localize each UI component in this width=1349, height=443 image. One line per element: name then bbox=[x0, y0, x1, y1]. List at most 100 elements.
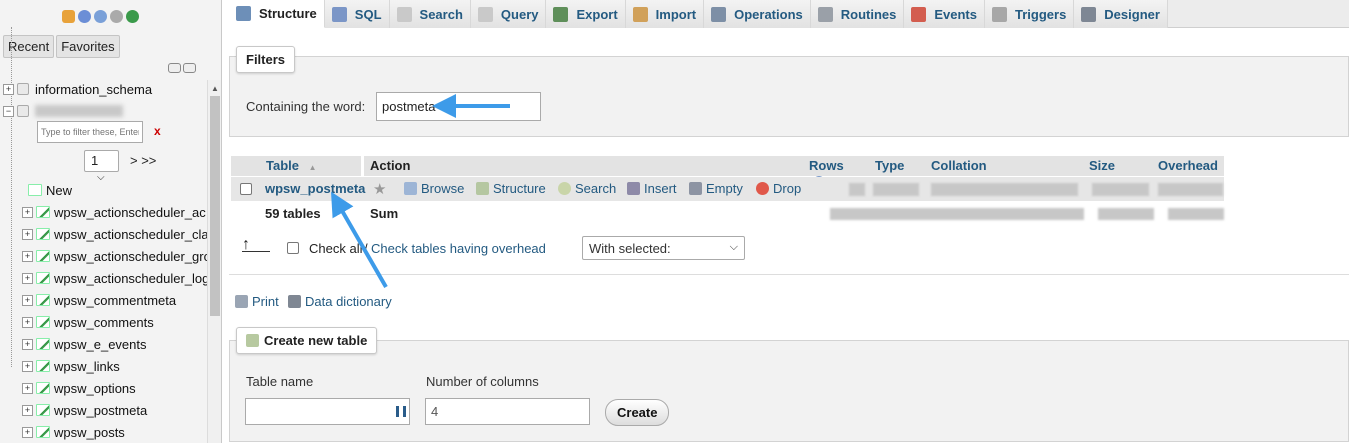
data-dictionary-link[interactable]: Data dictionary bbox=[288, 294, 392, 309]
table-header-label[interactable]: Table bbox=[266, 158, 299, 173]
create-button[interactable]: Create bbox=[605, 399, 670, 426]
tree-table-item[interactable]: + wpsw_commentmeta bbox=[22, 290, 176, 310]
tab-label[interactable]: Export bbox=[576, 7, 617, 22]
browse-action[interactable]: Browse bbox=[404, 181, 464, 196]
table-name[interactable]: wpsw_actionscheduler_gro bbox=[54, 249, 211, 264]
rows-header-label[interactable]: Rows bbox=[809, 158, 844, 173]
scroll-thumb[interactable] bbox=[210, 96, 220, 316]
tab-label[interactable]: Search bbox=[420, 7, 463, 22]
columns-input[interactable] bbox=[425, 398, 590, 425]
tree-table-item[interactable]: + wpsw_e_events bbox=[22, 334, 147, 354]
expand-icon[interactable]: + bbox=[3, 83, 14, 95]
expand-icon[interactable]: + bbox=[22, 272, 33, 284]
drop-label[interactable]: Drop bbox=[773, 181, 801, 196]
expand-icon[interactable]: + bbox=[22, 294, 33, 306]
tree-table-item[interactable]: + wpsw_posts bbox=[22, 422, 125, 442]
expand-icon[interactable]: + bbox=[22, 250, 33, 262]
tab-label[interactable]: Triggers bbox=[1015, 7, 1066, 22]
structure-action[interactable]: Structure bbox=[476, 181, 546, 196]
table-name-link[interactable]: wpsw_postmeta bbox=[265, 181, 365, 196]
tree-db-information-schema[interactable]: + information_schema bbox=[3, 79, 152, 99]
expand-icon[interactable]: + bbox=[22, 360, 33, 372]
clear-filter-button[interactable]: x bbox=[154, 124, 161, 138]
tree-table-item[interactable]: + wpsw_comments bbox=[22, 312, 154, 332]
tab-label[interactable]: Operations bbox=[734, 7, 803, 22]
tree-table-item[interactable]: + wpsw_postmeta bbox=[22, 400, 147, 420]
table-name[interactable]: wpsw_commentmeta bbox=[54, 293, 176, 308]
tab-structure[interactable]: Structure bbox=[229, 0, 325, 28]
col-rows-header[interactable]: Rows bbox=[803, 156, 869, 188]
favorite-star-icon[interactable]: ★ bbox=[373, 180, 386, 198]
tree-table-item[interactable]: + wpsw_actionscheduler_ac bbox=[22, 202, 206, 222]
expand-icon[interactable]: + bbox=[22, 316, 33, 328]
row-checkbox[interactable] bbox=[240, 183, 252, 195]
expand-icon[interactable]: + bbox=[22, 426, 33, 438]
col-size-header[interactable]: Size bbox=[1083, 156, 1153, 176]
browse-label[interactable]: Browse bbox=[421, 181, 464, 196]
tab-sql[interactable]: SQL bbox=[324, 0, 390, 28]
new-label[interactable]: New bbox=[46, 183, 72, 198]
help-icon[interactable] bbox=[94, 10, 107, 23]
check-overhead-link[interactable]: Check tables having overhead bbox=[371, 241, 546, 256]
search-action[interactable]: Search bbox=[558, 181, 616, 196]
table-name[interactable]: wpsw_links bbox=[54, 359, 120, 374]
print-link[interactable]: Print bbox=[235, 294, 279, 309]
tree-table-item[interactable]: + wpsw_options bbox=[22, 378, 136, 398]
check-all-label[interactable]: Check all bbox=[309, 241, 362, 256]
empty-label[interactable]: Empty bbox=[706, 181, 743, 196]
tab-import[interactable]: Import bbox=[625, 0, 705, 28]
tab-query[interactable]: Query bbox=[470, 0, 547, 28]
table-name[interactable]: wpsw_postmeta bbox=[54, 403, 147, 418]
table-name[interactable]: wpsw_actionscheduler_cla bbox=[54, 227, 209, 242]
tab-label[interactable]: Query bbox=[501, 7, 539, 22]
drop-action[interactable]: Drop bbox=[756, 181, 801, 196]
nav-scrollbar[interactable]: ▲ bbox=[207, 80, 221, 443]
expand-icon[interactable]: + bbox=[22, 404, 33, 416]
tree-table-item[interactable]: + wpsw_actionscheduler_log bbox=[22, 268, 209, 288]
empty-action[interactable]: Empty bbox=[689, 181, 743, 196]
table-filter-input[interactable] bbox=[37, 121, 143, 143]
structure-label[interactable]: Structure bbox=[493, 181, 546, 196]
table-name[interactable]: wpsw_options bbox=[54, 381, 136, 396]
insert-action[interactable]: Insert bbox=[627, 181, 677, 196]
tab-routines[interactable]: Routines bbox=[810, 0, 905, 28]
tab-events[interactable]: Events bbox=[904, 0, 985, 28]
collapse-icon[interactable]: − bbox=[3, 105, 14, 117]
link-with-main-icon[interactable] bbox=[183, 63, 196, 73]
tab-designer[interactable]: Designer bbox=[1074, 0, 1168, 28]
settings-icon[interactable] bbox=[110, 10, 123, 23]
col-table-header[interactable]: Table ▲ bbox=[231, 156, 361, 176]
expand-icon[interactable]: + bbox=[22, 206, 33, 218]
tab-operations[interactable]: Operations bbox=[704, 0, 811, 28]
collapse-all-icon[interactable] bbox=[168, 63, 181, 73]
col-collation-header[interactable]: Collation bbox=[925, 156, 1083, 176]
tab-label[interactable]: Import bbox=[656, 7, 696, 22]
tab-label[interactable]: Routines bbox=[841, 7, 897, 22]
table-name-input[interactable] bbox=[245, 398, 410, 425]
table-name[interactable]: wpsw_comments bbox=[54, 315, 154, 330]
filter-word-input[interactable] bbox=[376, 92, 541, 121]
password-manager-icon[interactable] bbox=[396, 406, 406, 417]
favorites-tab[interactable]: Favorites bbox=[56, 35, 120, 58]
tree-db-current[interactable]: − bbox=[3, 101, 123, 121]
scroll-up-icon[interactable]: ▲ bbox=[211, 84, 219, 93]
data-dictionary-label[interactable]: Data dictionary bbox=[305, 294, 392, 309]
table-name[interactable]: wpsw_e_events bbox=[54, 337, 147, 352]
tab-label[interactable]: Events bbox=[934, 7, 977, 22]
search-label[interactable]: Search bbox=[575, 181, 616, 196]
check-all-checkbox[interactable] bbox=[287, 242, 299, 254]
tab-search[interactable]: Search bbox=[389, 0, 471, 28]
tab-triggers[interactable]: Triggers bbox=[985, 0, 1075, 28]
col-overhead-header[interactable]: Overhead bbox=[1152, 156, 1224, 176]
tree-table-item[interactable]: + wpsw_actionscheduler_cla bbox=[22, 224, 209, 244]
table-name[interactable]: wpsw_actionscheduler_ac bbox=[54, 205, 206, 220]
expand-icon[interactable]: + bbox=[22, 382, 33, 394]
expand-icon[interactable]: + bbox=[22, 228, 33, 240]
tree-table-item[interactable]: + wpsw_actionscheduler_gro bbox=[22, 246, 211, 266]
home-icon[interactable] bbox=[62, 10, 75, 23]
page-select[interactable]: 1 ⌵ bbox=[84, 150, 119, 183]
with-selected-select[interactable]: With selected: ⌵ bbox=[582, 236, 745, 260]
db-name[interactable]: information_schema bbox=[35, 82, 152, 97]
table-name[interactable]: wpsw_actionscheduler_log bbox=[54, 271, 209, 286]
logout-icon[interactable] bbox=[78, 10, 91, 23]
